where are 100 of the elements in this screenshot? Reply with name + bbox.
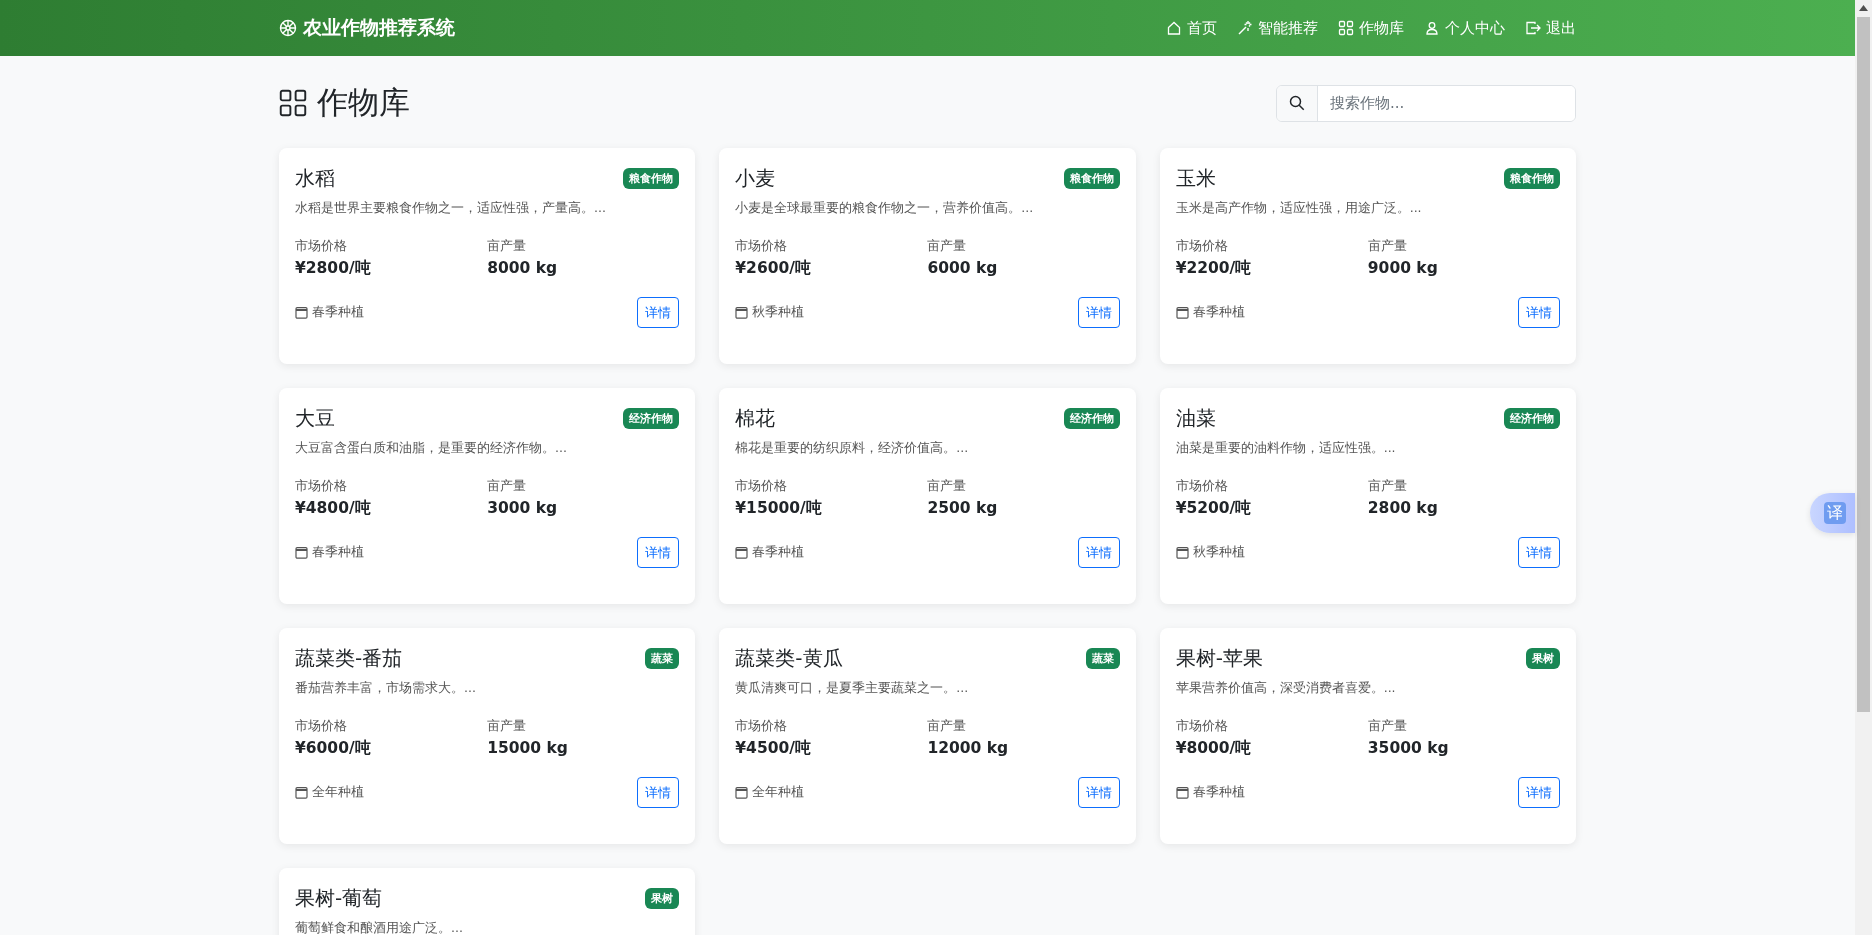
search-icon (1289, 95, 1305, 111)
crop-name: 果树-葡萄 (295, 885, 383, 912)
yield-label: 亩产量 (1367, 717, 1408, 735)
calendar-icon (735, 546, 749, 559)
grid-icon (279, 89, 307, 117)
season-label: 春季种植 (1192, 304, 1245, 321)
price-label: 市场价格 (1175, 477, 1229, 495)
price-label: 市场价格 (1175, 717, 1229, 735)
crop-name: 果树-苹果 (1175, 645, 1263, 672)
crop-name: 蔬菜类-黄瓜 (735, 645, 843, 672)
nav-link[interactable]: 智能推荐 (1227, 10, 1328, 46)
yield-label: 亩产量 (487, 717, 528, 735)
category-badge: 蔬菜 (645, 648, 680, 669)
nav-link[interactable]: 个人中心 (1414, 10, 1515, 46)
brand-link[interactable]: 农业作物推荐系统 (279, 15, 455, 41)
price-label: 市场价格 (1175, 237, 1229, 255)
calendar-icon (1175, 786, 1189, 799)
price-value: ¥2600/吨 (735, 258, 812, 279)
yield-value: 15000 kg (487, 738, 569, 759)
nav-link[interactable]: 作物库 (1328, 10, 1414, 46)
price-label: 市场价格 (735, 237, 789, 255)
crop-name: 大豆 (295, 405, 335, 432)
season-label: 全年种植 (752, 784, 805, 801)
nav-link[interactable]: 首页 (1156, 10, 1227, 46)
price-label: 市场价格 (735, 477, 789, 495)
price-label: 市场价格 (735, 717, 789, 735)
season-label: 春季种植 (312, 304, 364, 321)
category-badge: 粮食作物 (1504, 168, 1560, 189)
season-label: 春季种植 (312, 544, 364, 561)
category-badge: 经济作物 (1063, 408, 1120, 429)
details-button[interactable]: 详情 (1077, 777, 1120, 808)
category-badge: 经济作物 (1504, 408, 1560, 429)
price-value: ¥4800/吨 (295, 498, 372, 519)
season-label: 春季种植 (752, 544, 805, 561)
search-field[interactable]: 搜索作物... (1276, 84, 1576, 122)
category-badge: 经济作物 (623, 408, 680, 429)
details-button[interactable]: 详情 (1518, 537, 1560, 568)
calendar-icon (295, 546, 308, 559)
details-button[interactable]: 详情 (1077, 537, 1120, 568)
season-label: 春季种植 (1192, 784, 1245, 801)
yield-value: 35000 kg (1367, 738, 1450, 759)
yield-value: 2800 kg (1367, 498, 1439, 519)
crop-description: 大豆富含蛋白质和油脂，是重要的经济作物。... (295, 439, 568, 457)
category-badge: 蔬菜 (1085, 648, 1120, 669)
details-button[interactable]: 详情 (637, 777, 680, 808)
yield-value: 12000 kg (927, 738, 1010, 759)
price-value: ¥6000/吨 (295, 738, 372, 759)
season-label: 秋季种植 (752, 304, 805, 321)
category-badge: 粮食作物 (623, 168, 680, 189)
details-button[interactable]: 详情 (637, 297, 680, 328)
scroll-up-arrow-icon[interactable] (1859, 5, 1868, 11)
crop-description: 油菜是重要的油料作物，适应性强。... (1175, 439, 1397, 457)
price-value: ¥2200/吨 (1175, 258, 1253, 279)
crop-description: 苹果营养价值高，深受消费者喜爱。... (1175, 679, 1397, 697)
price-value: ¥2800/吨 (295, 258, 372, 279)
scrollbar[interactable] (1855, 0, 1872, 935)
logout-icon (1525, 20, 1541, 36)
crop-description: 小麦是全球最重要的粮食作物之一，营养价值高。... (735, 199, 1035, 217)
grid-icon (1338, 20, 1354, 36)
crop-name: 小麦 (735, 165, 776, 192)
season-label: 秋季种植 (1192, 544, 1245, 561)
details-button[interactable]: 详情 (1077, 297, 1120, 328)
price-value: ¥5200/吨 (1175, 498, 1253, 519)
details-button[interactable]: 详情 (637, 537, 680, 568)
yield-value: 6000 kg (927, 258, 999, 279)
calendar-icon (1175, 306, 1189, 319)
price-label: 市场价格 (295, 477, 348, 495)
page-title: 作物库 (317, 83, 410, 122)
yield-value: 2500 kg (927, 498, 999, 519)
crop-name: 水稻 (295, 165, 335, 192)
flower-logo-icon (279, 19, 297, 37)
calendar-icon (295, 306, 308, 319)
price-value: ¥15000/吨 (735, 498, 823, 519)
crop-name: 棉花 (735, 405, 776, 432)
calendar-icon (295, 786, 308, 799)
calendar-icon (735, 786, 749, 799)
yield-label: 亩产量 (487, 237, 528, 255)
details-button[interactable]: 详情 (1518, 297, 1560, 328)
category-badge: 粮食作物 (1063, 168, 1120, 189)
yield-value: 9000 kg (1367, 258, 1439, 279)
person-icon (1424, 20, 1440, 36)
price-label: 市场价格 (295, 237, 348, 255)
calendar-icon (1175, 546, 1189, 559)
nav-link[interactable]: 退出 (1515, 10, 1576, 46)
yield-label: 亩产量 (927, 237, 968, 255)
price-value: ¥4500/吨 (735, 738, 812, 759)
crop-description: 玉米是高产作物，适应性强，用途广泛。... (1175, 199, 1423, 217)
crop-description: 葡萄鲜食和酿酒用途广泛。... (295, 919, 464, 935)
crop-description: 水稻是世界主要粮食作物之一，适应性强，产量高。... (295, 199, 607, 217)
translate-button[interactable]: 译 (1810, 493, 1855, 533)
crop-name: 玉米 (1175, 165, 1216, 192)
yield-label: 亩产量 (927, 717, 968, 735)
yield-label: 亩产量 (487, 477, 528, 495)
yield-label: 亩产量 (1367, 477, 1408, 495)
home-icon (1166, 20, 1182, 36)
season-label: 全年种植 (312, 784, 364, 801)
yield-value: 8000 kg (487, 258, 559, 279)
details-button[interactable]: 详情 (1518, 777, 1560, 808)
yield-label: 亩产量 (1367, 237, 1408, 255)
category-badge: 果树 (645, 888, 680, 909)
